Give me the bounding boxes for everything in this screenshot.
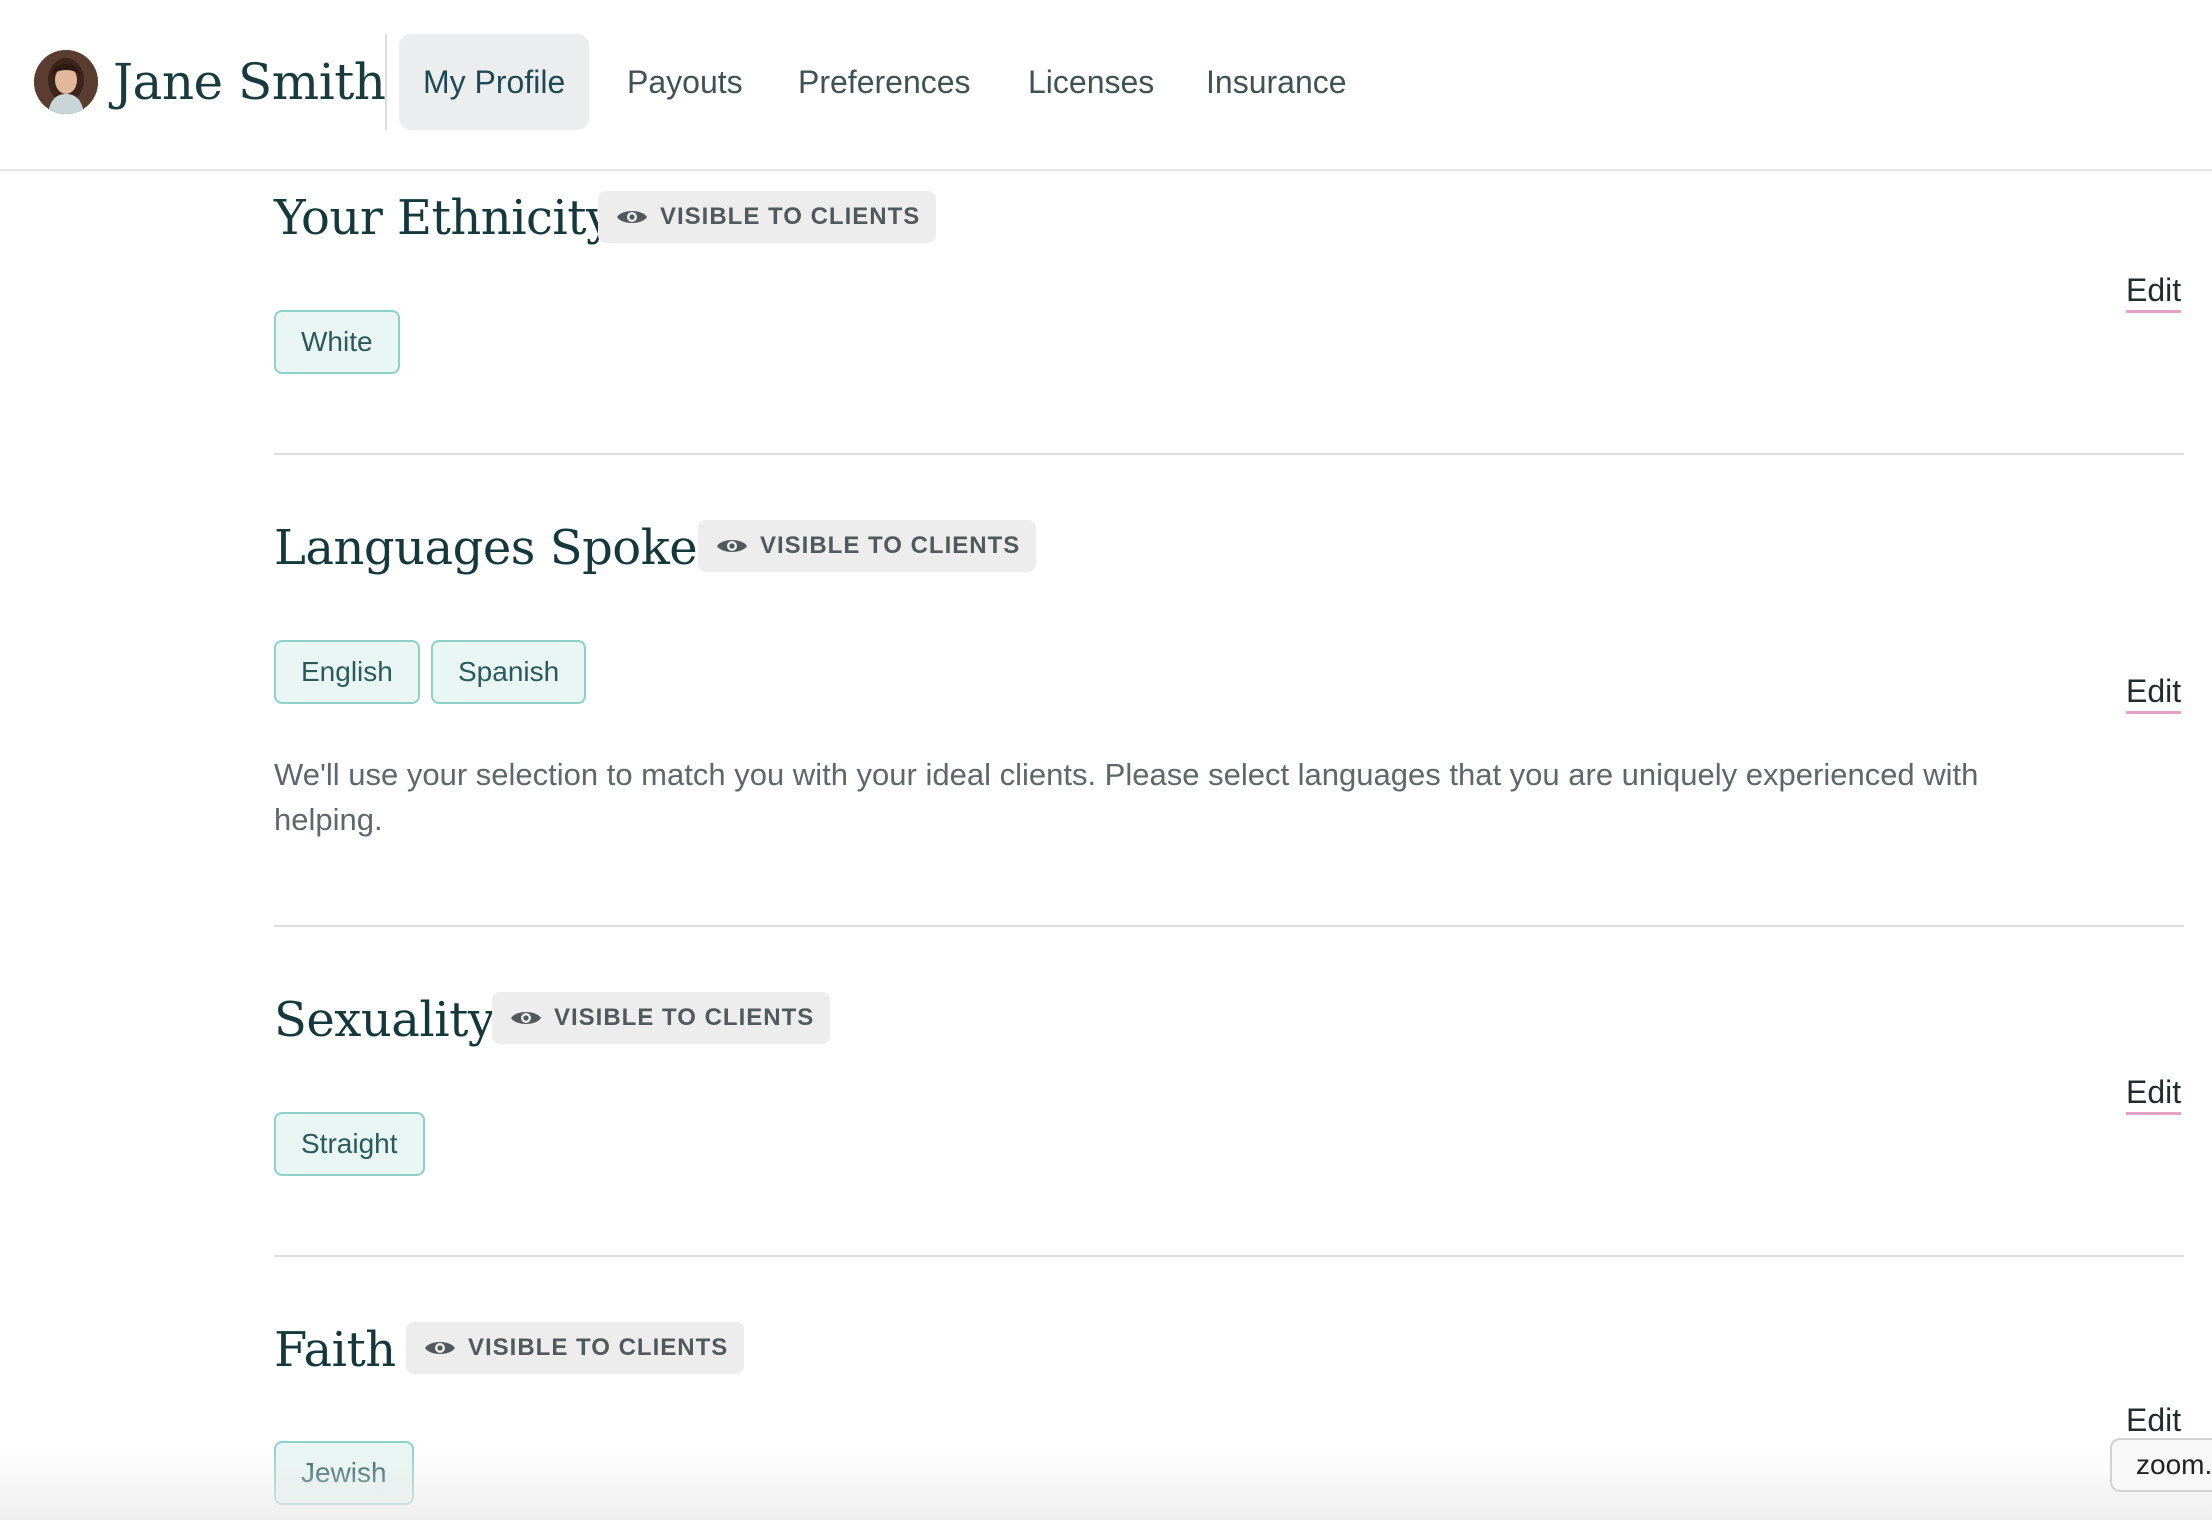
visibility-badge-faith: VISIBLE TO CLIENTS: [406, 1322, 745, 1374]
section-title-faith: Faith: [274, 1322, 396, 1378]
nav-divider: [385, 34, 387, 130]
edit-faith-link[interactable]: Edit: [2126, 1400, 2182, 1443]
section-divider: [274, 1255, 2184, 1257]
tab-insurance[interactable]: Insurance: [1206, 34, 1347, 130]
badge-label: VISIBLE TO CLIENTS: [660, 203, 921, 230]
tag-english: English: [274, 640, 420, 704]
badge-label: VISIBLE TO CLIENTS: [760, 532, 1021, 559]
tag-jewish: Jewish: [274, 1441, 414, 1505]
visibility-badge-ethnicity: VISIBLE TO CLIENTS: [598, 191, 937, 243]
section-title-ethnicity: Your Ethnicity: [274, 190, 613, 246]
tab-preferences[interactable]: Preferences: [798, 34, 971, 130]
tag-straight: Straight: [274, 1112, 425, 1176]
eye-icon: [617, 211, 647, 223]
eye-icon: [511, 1012, 541, 1024]
visibility-badge-sexuality: VISIBLE TO CLIENTS: [492, 992, 831, 1044]
section-divider: [274, 453, 2184, 455]
edit-languages-link[interactable]: Edit: [2126, 671, 2182, 714]
badge-label: VISIBLE TO CLIENTS: [554, 1004, 815, 1031]
avatar[interactable]: [34, 50, 98, 114]
section-title-languages: Languages Spoken: [274, 520, 728, 576]
tab-licenses[interactable]: Licenses: [1028, 34, 1154, 130]
tab-payouts[interactable]: Payouts: [627, 34, 743, 130]
avatar-image: [34, 50, 98, 114]
edit-ethnicity-link[interactable]: Edit: [2126, 270, 2182, 313]
section-divider: [274, 925, 2184, 927]
tag-spanish: Spanish: [431, 640, 587, 704]
edit-sexuality-link[interactable]: Edit: [2126, 1072, 2182, 1115]
user-name: Jane Smith: [113, 53, 386, 111]
tab-my-profile[interactable]: My Profile: [399, 34, 590, 130]
eye-icon: [717, 540, 747, 552]
badge-label: VISIBLE TO CLIENTS: [468, 1334, 729, 1361]
visibility-badge-languages: VISIBLE TO CLIENTS: [698, 520, 1037, 572]
languages-helper-text: We'll use your selection to match you wi…: [274, 757, 1979, 837]
top-navigation-bar: Jane Smith My Profile Payouts Preference…: [0, 0, 2212, 171]
eye-icon: [425, 1342, 455, 1354]
zoom-tooltip: zoom.: [2110, 1438, 2212, 1492]
tag-white: White: [274, 310, 400, 374]
section-title-sexuality: Sexuality: [274, 992, 495, 1048]
